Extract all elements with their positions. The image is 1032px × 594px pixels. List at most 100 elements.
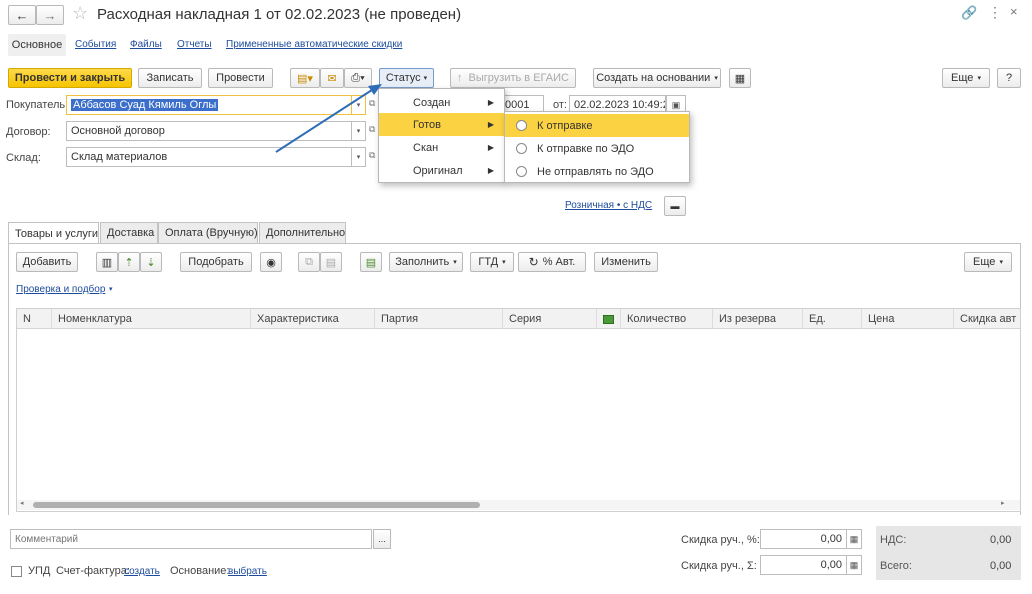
submenu-item-to-send-edo[interactable]: К отправке по ЭДО [505, 137, 689, 160]
nav-tab-events[interactable]: События [75, 39, 116, 50]
sum-calc-button[interactable]: ▦ [847, 555, 862, 575]
status-item-ready[interactable]: Готов ▶ [379, 113, 504, 136]
card-icon: ▬ [670, 201, 680, 211]
submenu-item-no-edo[interactable]: Не отправлять по ЭДО [505, 160, 689, 183]
col-auto-discount[interactable]: Скидка авт [953, 309, 1020, 329]
col-price[interactable]: Цена [861, 309, 953, 329]
close-icon[interactable]: × [1010, 4, 1018, 19]
basis-label: Основание: [170, 565, 230, 577]
post-close-button[interactable]: Провести и закрыть [8, 68, 132, 88]
nav-tab-files[interactable]: Файлы [130, 39, 162, 50]
vat-label: НДС: [880, 534, 907, 546]
table-more-button[interactable]: Еще ▾ [964, 252, 1012, 272]
ellipsis-icon: ... [378, 534, 386, 544]
contract-label: Договор: [6, 126, 51, 138]
calendar-icon: ▣ [671, 99, 681, 110]
tab-delivery[interactable]: Доставка [100, 222, 158, 243]
nav-tab-reports[interactable]: Отчеты [177, 39, 212, 50]
forward-button[interactable]: → [36, 5, 64, 25]
arrow-up-icon: ⇡ [124, 256, 134, 269]
warehouse-label: Склад: [6, 152, 41, 164]
col-n[interactable]: N [17, 309, 51, 329]
egais-button[interactable]: ↑ Выгрузить в ЕГАИС [450, 68, 576, 88]
nav-tab-main[interactable]: Основное [8, 34, 66, 56]
upload-arrow-icon: ↑ [457, 72, 463, 84]
chevron-down-icon: ▾ [109, 286, 113, 293]
status-menu: Создан ▶ Готов ▶ Скан ▶ Оригинал ▶ [378, 88, 505, 183]
auto-percent-button[interactable]: ↻% Авт. [518, 252, 586, 272]
comment-input[interactable] [10, 529, 372, 549]
check-pick-link[interactable]: Проверка и подбор [16, 284, 105, 295]
change-button[interactable]: Изменить [594, 252, 658, 272]
tab-goods-services[interactable]: Товары и услуги [8, 222, 99, 244]
tab-additional[interactable]: Дополнительно [259, 222, 346, 243]
add-row-button[interactable]: Добавить [16, 252, 78, 272]
move-down-button[interactable]: ⇣ [140, 252, 162, 272]
post-button[interactable]: Провести [208, 68, 273, 88]
link-icon[interactable]: 🔗 [961, 5, 977, 21]
chevron-right-icon: ▶ [487, 120, 494, 129]
invoice-create-link[interactable]: создать [124, 566, 160, 577]
tab-payment[interactable]: Оплата (Вручную) [158, 222, 258, 243]
calculator-icon: ▦ [849, 533, 859, 544]
price-settings-button[interactable]: ▬ [664, 196, 686, 216]
gtd-button[interactable]: ГТД ▾ [470, 252, 514, 272]
pick-button[interactable]: Подобрать [180, 252, 252, 272]
chevron-right-icon: ▶ [487, 98, 494, 107]
col-series[interactable]: Серия [502, 309, 596, 329]
basis-select-link[interactable]: выбрать [228, 566, 267, 577]
radio-icon [516, 166, 527, 177]
structure-button[interactable]: ▦ [729, 68, 751, 88]
total-label: Всего: [880, 560, 912, 572]
arrow-right-icon: → [43, 7, 57, 23]
back-button[interactable]: ← [8, 5, 36, 25]
upd-checkbox[interactable] [11, 566, 22, 577]
status-item-scan[interactable]: Скан ▶ [379, 136, 504, 159]
save-button[interactable]: Записать [138, 68, 202, 88]
items-table[interactable] [16, 308, 1021, 512]
table-view-button[interactable]: ▤ [360, 252, 382, 272]
radio-icon [516, 120, 527, 131]
refresh-icon: ↻ [528, 255, 539, 269]
col-characteristic[interactable]: Характеристика [250, 309, 374, 329]
create-based-button[interactable]: Создать на основании ▾ [593, 68, 721, 88]
series-icon [603, 314, 614, 324]
pct-calc-button[interactable]: ▦ [847, 529, 862, 549]
price-type-link[interactable]: Розничная • с НДС [565, 200, 652, 211]
date-label: от: [553, 99, 567, 111]
comment-expand-button[interactable]: ... [373, 529, 391, 549]
view-button[interactable]: ◉ [260, 252, 282, 272]
arrow-left-icon: ← [15, 7, 29, 23]
manual-discount-sum-field[interactable]: 0,00 [760, 555, 847, 575]
col-nomenclature[interactable]: Номенклатура [51, 309, 250, 329]
col-series-icon[interactable] [596, 309, 620, 329]
scroll-left-icon[interactable]: ◂ [20, 499, 24, 507]
paste-button[interactable]: ▤ [320, 252, 342, 272]
col-batch[interactable]: Партия [374, 309, 502, 329]
status-item-original[interactable]: Оригинал ▶ [379, 159, 504, 182]
move-up-button[interactable]: ⇡ [118, 252, 140, 272]
more-vertical-icon[interactable]: ⋮ [988, 4, 1002, 21]
status-item-created[interactable]: Создан ▶ [379, 91, 504, 114]
chevron-down-icon: ▾ [423, 75, 428, 82]
col-from-reserve[interactable]: Из резерва [712, 309, 802, 329]
col-quantity[interactable]: Количество [620, 309, 712, 329]
scrollbar-thumb[interactable] [33, 502, 480, 508]
scroll-right-icon[interactable]: ▸ [1001, 499, 1005, 507]
help-button[interactable]: ? [997, 68, 1021, 88]
col-unit[interactable]: Ед. [802, 309, 861, 329]
more-button[interactable]: Еще ▾ [942, 68, 990, 88]
barcode-button[interactable]: ▥ [96, 252, 118, 272]
submenu-item-to-send[interactable]: К отправке [505, 114, 689, 137]
nav-tab-auto-discounts[interactable]: Примененные автоматические скидки [226, 39, 402, 50]
chevron-down-icon: ▾ [502, 259, 506, 266]
star-icon[interactable]: ☆ [72, 3, 88, 24]
annotation-arrow [275, 84, 382, 153]
upd-label: УПД [28, 565, 51, 577]
fill-button[interactable]: Заполнить ▾ [389, 252, 463, 272]
vat-value: 0,00 [990, 534, 1012, 546]
copy-button[interactable]: ⧉ [298, 252, 320, 272]
calculator-icon: ▦ [849, 559, 859, 570]
manual-discount-pct-field[interactable]: 0,00 [760, 529, 847, 549]
table-icon: ▤ [365, 256, 377, 269]
